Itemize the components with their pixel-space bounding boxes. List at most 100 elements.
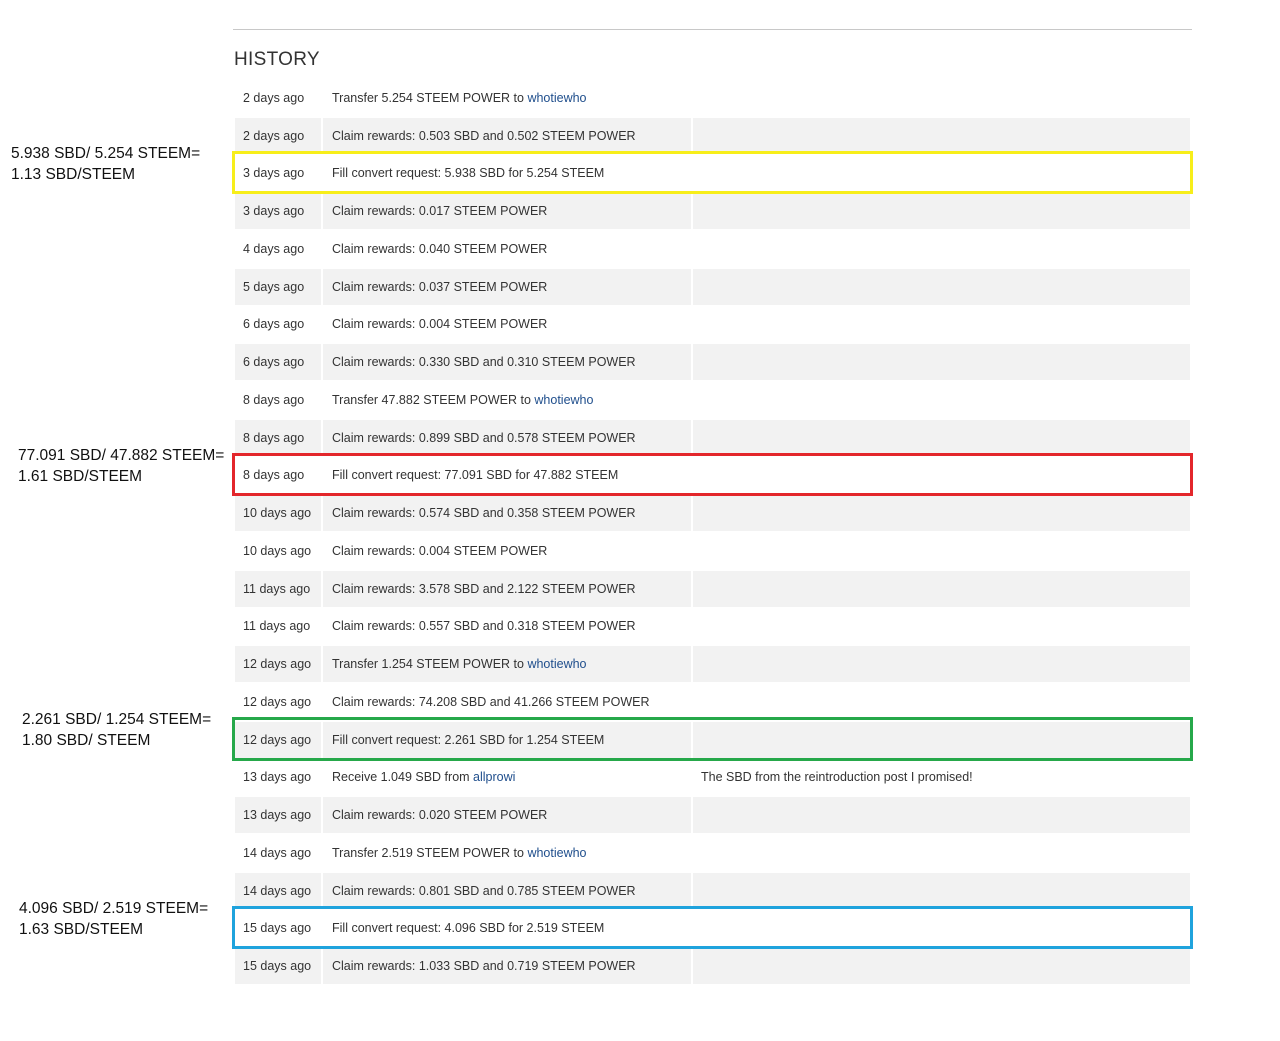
history-description: Fill convert request: 2.261 SBD for 1.25…: [323, 721, 691, 758]
history-row: 14 days ago Transfer 2.519 STEEM POWER to…: [235, 834, 1190, 872]
history-memo: [693, 646, 1190, 682]
note-line: 77.091 SBD/ 47.882 STEEM=: [18, 446, 225, 464]
account-link[interactable]: whotiewho: [527, 657, 586, 671]
history-date: 8 days ago: [235, 419, 321, 456]
history-memo: [693, 268, 1190, 305]
history-row: 13 days ago Receive 1.049 SBD from allpro…: [235, 759, 1190, 797]
history-memo: [693, 911, 1190, 947]
history-description-text: Claim rewards: 0.037 STEEM POWER: [332, 279, 548, 294]
history-description: Fill convert request: 4.096 SBD for 2.51…: [323, 911, 691, 947]
history-description-text: Claim rewards: 1.033 SBD and 0.719 STEEM…: [332, 959, 636, 974]
history-row: 6 days ago Claim rewards: 0.330 SBD and 0…: [235, 343, 1190, 381]
account-link[interactable]: allprowi: [473, 770, 515, 784]
history-description: Claim rewards: 0.037 STEEM POWER: [323, 268, 691, 305]
history-description: Receive 1.049 SBD from allprowi: [323, 760, 691, 796]
history-memo: The SBD from the reintroduction post I p…: [701, 770, 973, 785]
history-description: Claim rewards: 0.004 STEEM POWER: [323, 307, 691, 343]
history-memo: [693, 570, 1190, 607]
history-row: 4 days ago Claim rewards: 0.040 STEEM POW…: [235, 230, 1190, 268]
history-memo: [693, 80, 1190, 116]
history-memo: [693, 948, 1190, 984]
history-date: 12 days ago: [243, 694, 312, 709]
history-description-text: Claim rewards: 74.208 SBD and 41.266 STE…: [332, 694, 650, 709]
history-description: Fill convert request: 5.938 SBD for 5.25…: [323, 156, 691, 192]
history-row: 12 days ago Fill convert request: 2.261 S…: [235, 721, 1190, 759]
history-description: Claim rewards: 0.574 SBD and 0.358 STEEM…: [323, 495, 691, 531]
history-row: 15 days ago Claim rewards: 1.033 SBD and …: [235, 947, 1190, 985]
history-row: 8 days ago Transfer 47.882 STEEM POWER to…: [235, 381, 1190, 419]
history-date: 4 days ago: [243, 241, 305, 256]
history-memo: [693, 156, 1190, 192]
history-memo: [693, 231, 1190, 267]
history-date: 15 days ago: [235, 948, 321, 984]
note-line: 1.61 SBD/STEEM: [18, 468, 143, 485]
history-date: 3 days ago: [243, 166, 305, 181]
history-date: 8 days ago: [243, 468, 305, 483]
history-date: 10 days ago: [235, 495, 321, 531]
history-date: 6 days ago: [243, 317, 305, 332]
history-description: Claim rewards: 0.004 STEEM POWER: [323, 533, 691, 569]
account-link[interactable]: whotiewho: [527, 91, 586, 105]
history-description-text: Transfer 47.882 STEEM POWER to: [332, 392, 535, 407]
history-description: Transfer 1.254 STEEM POWER to whotiewho: [323, 646, 691, 682]
history-description: Claim rewards: 0.899 SBD and 0.578 STEEM…: [323, 419, 691, 456]
history-date: 11 days ago: [235, 570, 321, 607]
history-memo: [693, 382, 1190, 418]
history-row: 12 days ago Claim rewards: 74.208 SBD and…: [235, 683, 1190, 721]
history-description: Fill convert request: 77.091 SBD for 47.…: [323, 458, 691, 494]
history-description: Claim rewards: 0.020 STEEM POWER: [323, 797, 691, 833]
history-description: Transfer 5.254 STEEM POWER to whotiewho: [323, 80, 691, 116]
history-description: Claim rewards: 0.557 SBD and 0.318 STEEM…: [323, 609, 691, 645]
top-divider: [233, 29, 1192, 30]
history-description: Transfer 47.882 STEEM POWER to whotiewho: [323, 382, 691, 418]
history-description-text: Claim rewards: 0.004 STEEM POWER: [332, 317, 548, 332]
account-link[interactable]: whotiewho: [527, 846, 586, 860]
history-description-text: Fill convert request: 2.261 SBD for 1.25…: [332, 732, 605, 747]
history-row: 2 days ago Claim rewards: 0.503 SBD and 0…: [235, 117, 1190, 155]
history-description-text: Transfer 1.254 STEEM POWER to: [332, 657, 528, 672]
history-date: 6 days ago: [235, 344, 321, 380]
account-link[interactable]: whotiewho: [534, 393, 593, 407]
history-description-text: Claim rewards: 0.801 SBD and 0.785 STEEM…: [332, 883, 636, 898]
history-date: 8 days ago: [243, 392, 305, 407]
history-description-text: Claim rewards: 0.574 SBD and 0.358 STEEM…: [332, 506, 636, 521]
note-line: 1.80 SBD/ STEEM: [22, 732, 151, 750]
history-row: 12 days ago Transfer 1.254 STEEM POWER to…: [235, 645, 1190, 683]
history-memo: [693, 797, 1190, 833]
history-description-text: Transfer 5.254 STEEM POWER to: [332, 90, 528, 105]
history-description-text: Claim rewards: 0.017 STEEM POWER: [332, 204, 548, 219]
history-memo: [693, 609, 1190, 645]
history-date: 12 days ago: [235, 721, 321, 758]
history-description-text: Claim rewards: 0.020 STEEM POWER: [332, 808, 548, 823]
history-description: Claim rewards: 74.208 SBD and 41.266 STE…: [323, 684, 691, 720]
history-row: 11 days ago Claim rewards: 3.578 SBD and …: [235, 570, 1190, 608]
history-description-text: Receive 1.049 SBD from: [332, 770, 474, 785]
history-description-text: Claim rewards: 0.899 SBD and 0.578 STEEM…: [332, 430, 636, 445]
history-description-text: Transfer 2.519 STEEM POWER to: [332, 845, 528, 860]
history-date: 2 days ago: [243, 90, 305, 105]
history-description: Claim rewards: 3.578 SBD and 2.122 STEEM…: [323, 570, 691, 607]
conversion-rate-note: 5.938 SBD/ 5.254 STEEM= 1.13 SBD/STEEM: [11, 143, 200, 186]
history-description: Claim rewards: 1.033 SBD and 0.719 STEEM…: [323, 948, 691, 984]
note-line: 2.261 SBD/ 1.254 STEEM=: [22, 710, 212, 728]
history-memo: [693, 684, 1190, 720]
history-row: 10 days ago Claim rewards: 0.574 SBD and …: [235, 494, 1190, 532]
history-description-text: Claim rewards: 0.004 STEEM POWER: [332, 543, 548, 558]
history-description-text: Fill convert request: 5.938 SBD for 5.25…: [332, 166, 605, 181]
history-row: 3 days ago Claim rewards: 0.017 STEEM POW…: [235, 192, 1190, 230]
history-memo: [693, 344, 1190, 380]
history-description: Transfer 2.519 STEEM POWER to whotiewho: [323, 835, 691, 871]
history-row: 10 days ago Claim rewards: 0.004 STEEM PO…: [235, 532, 1190, 570]
history-row: 14 days ago Claim rewards: 0.801 SBD and …: [235, 872, 1190, 910]
history-memo: [693, 533, 1190, 569]
conversion-rate-note: 4.096 SBD/ 2.519 STEEM= 1.63 SBD/STEEM: [19, 898, 208, 941]
history-heading: HISTORY: [234, 49, 320, 70]
history-memo: [693, 307, 1190, 343]
note-line: 5.938 SBD/ 5.254 STEEM=: [11, 144, 201, 162]
history-row: 11 days ago Claim rewards: 0.557 SBD and …: [235, 608, 1190, 646]
history-row: 15 days ago Fill convert request: 4.096 S…: [235, 910, 1190, 948]
history-date: 11 days ago: [243, 619, 311, 634]
history-row: 6 days ago Claim rewards: 0.004 STEEM POW…: [235, 306, 1190, 344]
history-date: 3 days ago: [235, 193, 321, 229]
history-description: Claim rewards: 0.330 SBD and 0.310 STEEM…: [323, 344, 691, 380]
